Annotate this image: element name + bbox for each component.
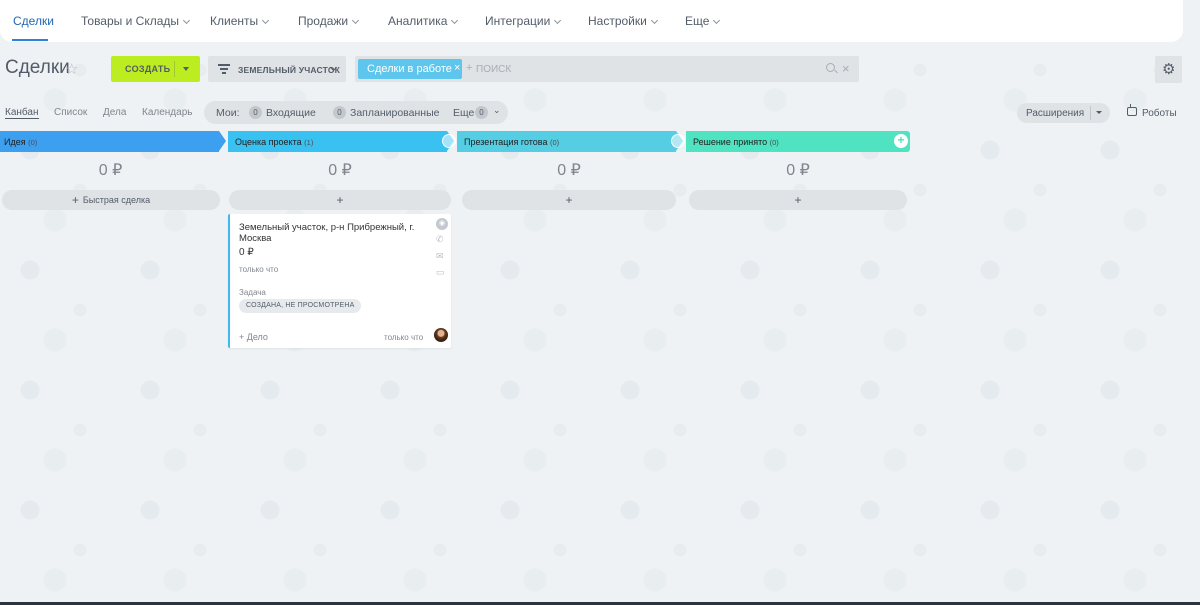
view-kanban[interactable]: Канбан (5, 107, 39, 119)
category-selector-button[interactable]: ЗЕМЕЛЬНЫЙ УЧАСТОК (208, 56, 346, 82)
chat-icon[interactable]: ▭ (436, 267, 448, 277)
search-icon[interactable] (826, 63, 835, 72)
filter-chip-label: Сделки в работе (367, 63, 452, 75)
gear-icon: ⚙ (1162, 61, 1176, 78)
deal-amount: 0 ₽ (239, 247, 254, 258)
robots-label: Роботы (1142, 108, 1177, 119)
nav-item-integrations[interactable]: Интеграции (485, 0, 562, 42)
deal-title[interactable]: Земельный участок, р-н Прибрежный, г. Мо… (239, 222, 419, 244)
stage-arrow (219, 131, 226, 151)
add-stage-icon[interactable] (442, 134, 456, 148)
nav-item-analytics[interactable]: Аналитика (388, 0, 459, 42)
chevron-down-icon[interactable]: ⌄ (493, 105, 501, 116)
plus-icon: + (71, 193, 79, 207)
create-button-label: СОЗДАТЬ (125, 64, 171, 74)
stage-title: Идея (0) (4, 137, 38, 147)
category-selector-label: ЗЕМЕЛЬНЫЙ УЧАСТОК (238, 65, 341, 75)
add-stage-icon[interactable]: + (894, 134, 908, 148)
planned-counter[interactable]: Запланированные (350, 107, 439, 119)
incoming-counter[interactable]: Входящие (266, 107, 316, 119)
chevron-down-icon (554, 16, 562, 25)
robots-button[interactable]: Роботы (1124, 103, 1183, 123)
page-title: Сделки (5, 57, 70, 78)
more-counter[interactable]: Еще (453, 107, 474, 119)
nav-item-settings[interactable]: Настройки (588, 0, 658, 42)
settings-button[interactable]: ⚙ (1155, 56, 1182, 83)
visibility-icon[interactable]: ◉ (436, 218, 448, 230)
stage-header-decision[interactable]: + Решение принято (0) (686, 131, 910, 152)
nav-item-deals[interactable]: Сделки (13, 0, 54, 42)
view-activities[interactable]: Дела (103, 107, 126, 118)
phone-icon[interactable]: ✆ (436, 234, 448, 244)
quick-deal-label: Быстрая сделка (82, 195, 151, 205)
add-deal-button[interactable]: + (462, 190, 676, 210)
add-deal-button[interactable]: + (689, 190, 907, 210)
stage-title: Презентация готова (0) (464, 137, 560, 147)
activity-time: только что (384, 333, 424, 342)
stage-header-evaluation[interactable]: Оценка проекта (1) (228, 131, 456, 152)
filter-search-bar[interactable]: Сделки в работе × + × (355, 56, 859, 82)
more-count-badge[interactable]: 0 (475, 106, 488, 119)
chevron-down-icon (182, 16, 191, 25)
divider (1090, 106, 1091, 120)
chevron-down-icon (352, 16, 360, 25)
add-deal-button[interactable]: + (229, 190, 451, 210)
stage-title: Решение принято (0) (693, 137, 779, 147)
view-list[interactable]: Список (54, 107, 87, 118)
stage-sum: 0 ₽ (557, 162, 581, 179)
counters-panel: Мои: 0 Входящие 0 Запланированные Еще 0 … (204, 101, 508, 124)
add-activity-link[interactable]: + Дело (239, 332, 268, 342)
nav-item-clients[interactable]: Клиенты (210, 0, 270, 42)
incoming-count-badge[interactable]: 0 (249, 106, 262, 119)
plus-icon: + (794, 193, 802, 207)
create-dropdown-icon[interactable] (183, 67, 189, 71)
extensions-dropdown-icon[interactable] (1096, 111, 1102, 114)
divider (174, 61, 175, 77)
chevron-down-icon (451, 16, 459, 25)
mail-icon[interactable]: ✉ (436, 251, 448, 261)
background-pattern (0, 0, 1200, 605)
deal-created-time: только что (239, 265, 279, 274)
quick-deal-button[interactable]: + Быстрая сделка (2, 190, 220, 210)
counters-label: Мои: (216, 107, 240, 119)
nav-item-products[interactable]: Товары и Склады (81, 0, 191, 42)
clear-icon[interactable]: × (842, 61, 850, 76)
stage-title: Оценка проекта (1) (235, 137, 314, 147)
search-input[interactable] (476, 61, 776, 77)
task-status-badge[interactable]: СОЗДАНА, НЕ ПРОСМОТРЕНА (239, 299, 362, 313)
avatar[interactable] (434, 328, 448, 342)
stage-header-idea[interactable]: Идея (0) (0, 131, 226, 152)
nav-active-underline (12, 39, 48, 41)
chevron-down-icon (262, 16, 270, 25)
robot-icon (1127, 104, 1137, 116)
add-filter-icon[interactable]: + (466, 62, 472, 74)
stage-sum: 0 ₽ (786, 162, 810, 179)
extensions-button[interactable]: Расширения (1017, 103, 1110, 123)
plus-icon: + (336, 193, 344, 207)
view-calendar[interactable]: Календарь (142, 107, 192, 118)
plus-icon: + (565, 193, 573, 207)
create-button[interactable]: СОЗДАТЬ (111, 56, 200, 82)
nav-item-more[interactable]: Еще (685, 0, 721, 42)
top-navigation: Сделки Товары и Склады Клиенты Продажи А… (0, 0, 1183, 42)
chevron-down-icon (713, 16, 721, 25)
stage-sum: 0 ₽ (328, 162, 352, 179)
stage-sum: 0 ₽ (98, 162, 123, 179)
filter-chip[interactable]: Сделки в работе × (358, 59, 462, 79)
nav-item-sales[interactable]: Продажи (298, 0, 360, 42)
extensions-label: Расширения (1026, 108, 1085, 119)
chevron-down-icon (650, 16, 658, 25)
add-stage-icon[interactable] (671, 134, 685, 148)
close-icon[interactable]: × (454, 62, 460, 74)
star-icon[interactable]: ☆ (65, 60, 78, 78)
filter-lines-icon (218, 64, 230, 74)
task-label: Задача (239, 288, 266, 297)
planned-count-badge[interactable]: 0 (333, 106, 346, 119)
deal-card[interactable]: Земельный участок, р-н Прибрежный, г. Мо… (228, 214, 451, 348)
stage-header-presentation[interactable]: Презентация готова (0) (457, 131, 685, 152)
